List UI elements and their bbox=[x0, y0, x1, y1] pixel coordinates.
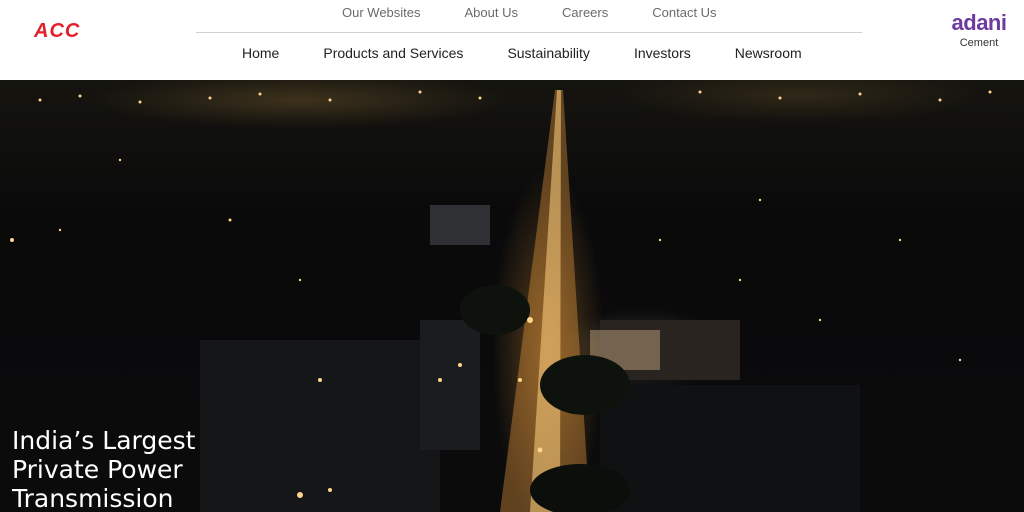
nav-divider bbox=[196, 32, 862, 33]
hero-title: India’s Largest Private Power Transmissi… bbox=[12, 426, 195, 512]
nav-contact-us[interactable]: Contact Us bbox=[630, 5, 738, 20]
nav-our-websites[interactable]: Our Websites bbox=[320, 5, 443, 20]
nav-about-us[interactable]: About Us bbox=[443, 5, 540, 20]
nav-sustainability[interactable]: Sustainability bbox=[485, 45, 612, 61]
hero-title-line-3: Transmission bbox=[12, 484, 174, 512]
hero-banner: India’s Largest Private Power Transmissi… bbox=[0, 80, 1024, 512]
main-nav: Home Products and Services Sustainabilit… bbox=[220, 45, 824, 61]
nav-investors[interactable]: Investors bbox=[612, 45, 713, 61]
acc-logo[interactable]: ACC bbox=[34, 20, 80, 43]
nav-products-and-services[interactable]: Products and Services bbox=[301, 45, 485, 61]
adani-logo-subtitle: Cement bbox=[959, 37, 999, 49]
adani-wordmark: adani bbox=[951, 10, 1007, 35]
nav-careers[interactable]: Careers bbox=[540, 5, 630, 20]
site-header: ACC Our Websites About Us Careers Contac… bbox=[0, 0, 1024, 80]
adani-cement-logo[interactable]: adani Cement bbox=[944, 10, 1014, 49]
nav-home[interactable]: Home bbox=[220, 45, 301, 61]
hero-title-line-1: India’s Largest bbox=[12, 426, 196, 455]
hero-title-line-2: Private Power bbox=[12, 455, 183, 484]
utility-nav: Our Websites About Us Careers Contact Us bbox=[320, 5, 739, 20]
nav-newsroom[interactable]: Newsroom bbox=[713, 45, 824, 61]
